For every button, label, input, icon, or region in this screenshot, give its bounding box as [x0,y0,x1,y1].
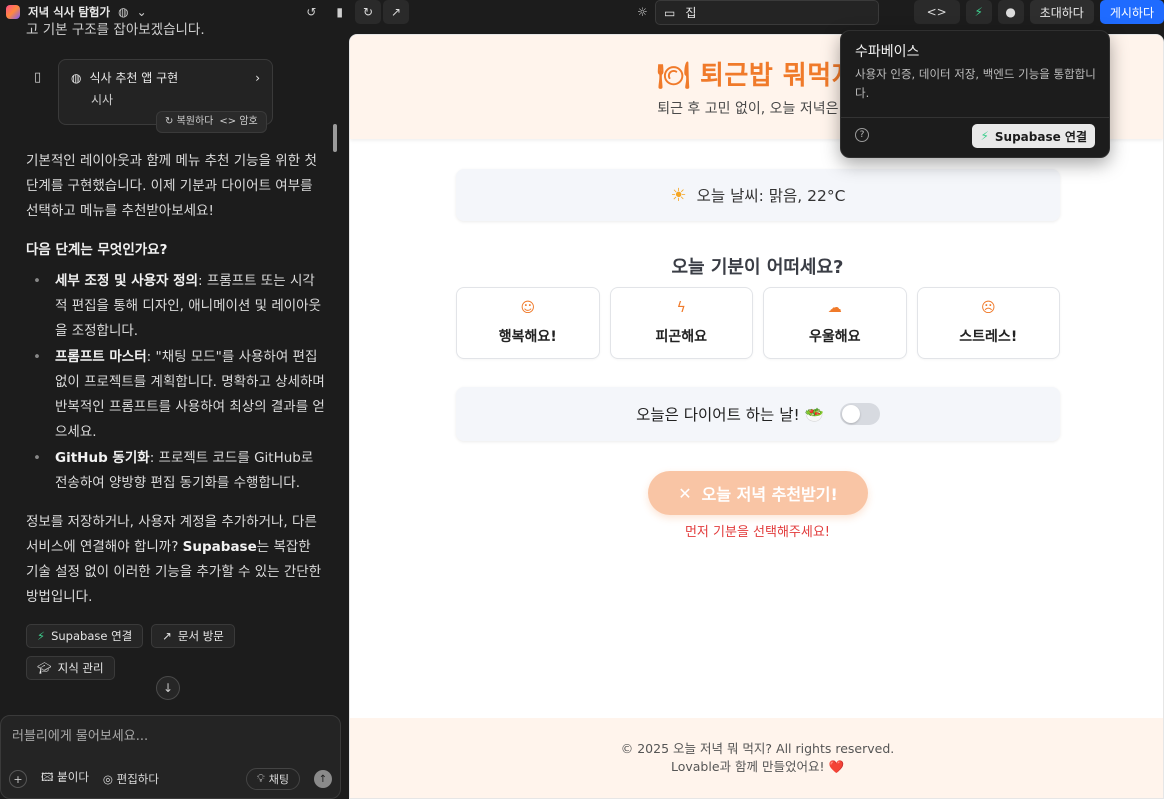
mood-stress-button[interactable]: ☹ 스트레스! [916,287,1060,359]
frown-icon: ☹ [980,300,996,316]
refresh-button[interactable]: ↻ [355,0,381,24]
refresh-icon: ↻ [362,5,374,19]
weather-text: 오늘 날씨: 맑음, 22°C [696,187,846,205]
globe-icon: ◍ [71,71,82,85]
popover-connect-supabase-button[interactable]: ⚡ Supabase 연결 [972,124,1095,148]
edit-button[interactable]: ◎ 편집하다 [103,771,159,787]
sidebar-toggle-icon[interactable]: ▮ [336,5,343,19]
chat-messages: 고 기본 구조를 잡아보겠습니다. ▯ ◍ 식사 추천 앱 구현 › 시사 ↻ … [26,22,326,680]
chevron-down-icon[interactable]: ⌄ [137,5,147,19]
arrow-down-icon: ↓ [162,681,174,695]
mood-tired-button[interactable]: ϟ 피곤해요 [609,287,753,359]
open-external-button[interactable]: ↗ [383,0,409,24]
diet-toggle[interactable] [839,403,880,425]
cloud-rain-icon: ☁ [827,300,842,316]
warning-text: 먼저 기분을 선택해주세요! [684,525,831,540]
supabase-bolt-icon: ⚡ [37,628,46,643]
attach-button[interactable]: 🖾︎ 붙이다 [41,769,89,789]
footer-copyright: © 2025 오늘 저녁 뭐 먹지? All rights reserved. [620,741,895,756]
lovable-logo-icon [6,5,20,19]
github-button[interactable]: ● [997,0,1024,24]
code-icon: <> [926,5,947,19]
plus-icon: + [13,772,23,786]
next-steps-list: 세부 조정 및 사용자 정의: 프롬프트 또는 시각적 편집을 통해 디자인, … [26,269,326,496]
chat-message-supabase: 정보를 저장하거나, 사용자 계정을 추가하거나, 다른 서비스에 연결해야 합… [26,514,322,605]
recommend-button[interactable]: ✕ 오늘 저녁 추천받기! [648,471,868,515]
send-button[interactable]: ↑ [314,770,332,788]
theme-icon[interactable]: ☼ [637,5,648,19]
graduation-cap-icon: 🎓︎ [37,660,52,675]
manage-knowledge-button[interactable]: 🎓︎ 지식 관리 [26,656,115,680]
list-item: 세부 조정 및 사용자 정의: 프롬프트 또는 시각적 편집을 통해 디자인, … [33,269,326,344]
mood-sad-button[interactable]: ☁ 우울해요 [763,287,907,359]
help-icon[interactable]: ? [855,128,869,142]
restore-bar: ↻ 복원하다 <> 암호 [156,111,267,133]
sun-icon: ☀ [670,184,687,206]
footer-credit: Lovable과 함께 만들었어요! ❤️ [670,759,845,774]
monitor-icon: ▭ [664,5,676,20]
supabase-popover: 수파베이스 사용자 인증, 데이터 저장, 백엔드 기능을 통합합니다. ? ⚡… [840,30,1110,158]
mood-happy-button[interactable]: ☺ 행복해요! [456,287,600,359]
code-view-button[interactable]: <> [913,0,960,24]
restore-button[interactable]: ↻ 복원하다 [165,114,213,130]
add-button[interactable]: + [9,770,27,788]
visit-docs-button[interactable]: ↗ 문서 방문 [151,624,235,648]
supabase-bolt-icon: ⚡ [974,5,983,19]
popover-divider [841,117,1109,118]
version-card-title: 식사 추천 앱 구현 [89,71,179,85]
chat-actions: ⚡ Supabase 연결 ↗ 문서 방문 🎓︎ 지식 관리 [26,624,326,680]
chat-composer: + 🖾︎ 붙이다 ◎ 편집하다 💡︎채팅 ↑ [0,715,341,799]
lightbulb-icon: 💡︎ [257,772,265,785]
chat-mode-toggle[interactable]: 💡︎ 채팅 [246,768,300,790]
code-button[interactable]: <> 암호 [219,114,257,130]
supabase-bolt-icon: ⚡ [980,129,989,143]
url-path: 집 [685,6,697,20]
popover-description: 사용자 인증, 데이터 저장, 백엔드 기능을 통합합니다. [855,67,1096,100]
chat-message: 기본적인 레이아웃과 함께 메뉴 추천 기능을 위한 첫 단계를 구현했습니다.… [26,153,317,219]
invite-button[interactable]: 초대하다 [1029,0,1094,24]
url-bar[interactable]: ▭ 집 [655,0,879,25]
publish-button[interactable]: 게시하다 [1099,0,1164,24]
chat-fragment: 고 기본 구조를 잡아보겠습니다. [26,22,205,38]
preview-toolbar: ↻ ↗ ☼ ▭ 집 <> ⚡ ● 초대하다 게시하다 [349,0,1164,26]
bookmark-icon[interactable]: ▯ [34,65,41,90]
diet-label: 오늘은 다이어트 하는 날! 🥗 [636,406,824,424]
chat-panel: 저녁 식사 탐험가 ◍ ⌄ ↺ ▮ 고 기본 구조를 잡아보겠습니다. ▯ ◍ … [0,0,349,799]
diet-card: 오늘은 다이어트 하는 날! 🥗 [456,387,1060,441]
smile-icon: ☺ [520,300,536,316]
lightning-icon: ϟ [676,300,686,316]
utensils-icon: ✕ [678,483,692,503]
list-item: GitHub 동기화: 프로젝트 코드를 GitHub로 전송하여 양방향 편집… [33,446,326,496]
supabase-button[interactable]: ⚡ [965,0,992,24]
next-steps-heading: 다음 단계는 무엇인가요? [26,242,168,258]
version-card-subtitle: 시사 [91,93,114,107]
toolbar-right-group: <> ⚡ ● 초대하다 게시하다 [913,0,1164,24]
chevron-right-icon: › [255,71,260,85]
arrow-up-icon: ↑ [318,773,328,785]
page-footer: © 2025 오늘 저녁 뭐 먹지? All rights reserved. … [350,718,1163,798]
popover-title: 수파베이스 [855,44,920,60]
github-icon: ● [1005,5,1016,19]
version-card-wrap: ▯ ◍ 식사 추천 앱 구현 › 시사 ↻ 복원하다 <> 암호 [26,57,326,133]
mood-options: ☺ 행복해요! ϟ 피곤해요 ☁ 우울해요 ☹ 스트레스! [456,287,1060,359]
history-icon[interactable]: ↺ [306,5,316,19]
list-item: 프롬프트 마스터: "채팅 모드"를 사용하여 편집 없이 프로젝트를 계획합니… [33,345,326,445]
weather-card: ☀ 오늘 날씨: 맑음, 22°C [456,169,1060,221]
mood-question: 오늘 기분이 어떠세요? [671,257,844,278]
globe-icon[interactable]: ◍ [118,5,128,19]
chat-input[interactable] [12,729,322,744]
arrow-up-right-icon: ↗ [390,5,402,19]
scroll-down-button[interactable]: ↓ [156,676,180,700]
scrollbar-thumb[interactable] [333,124,337,152]
plate-icon: 🍽︎ [656,61,700,91]
arrow-up-right-icon: ↗ [162,628,172,643]
connect-supabase-button[interactable]: ⚡ Supabase 연결 [26,624,144,648]
